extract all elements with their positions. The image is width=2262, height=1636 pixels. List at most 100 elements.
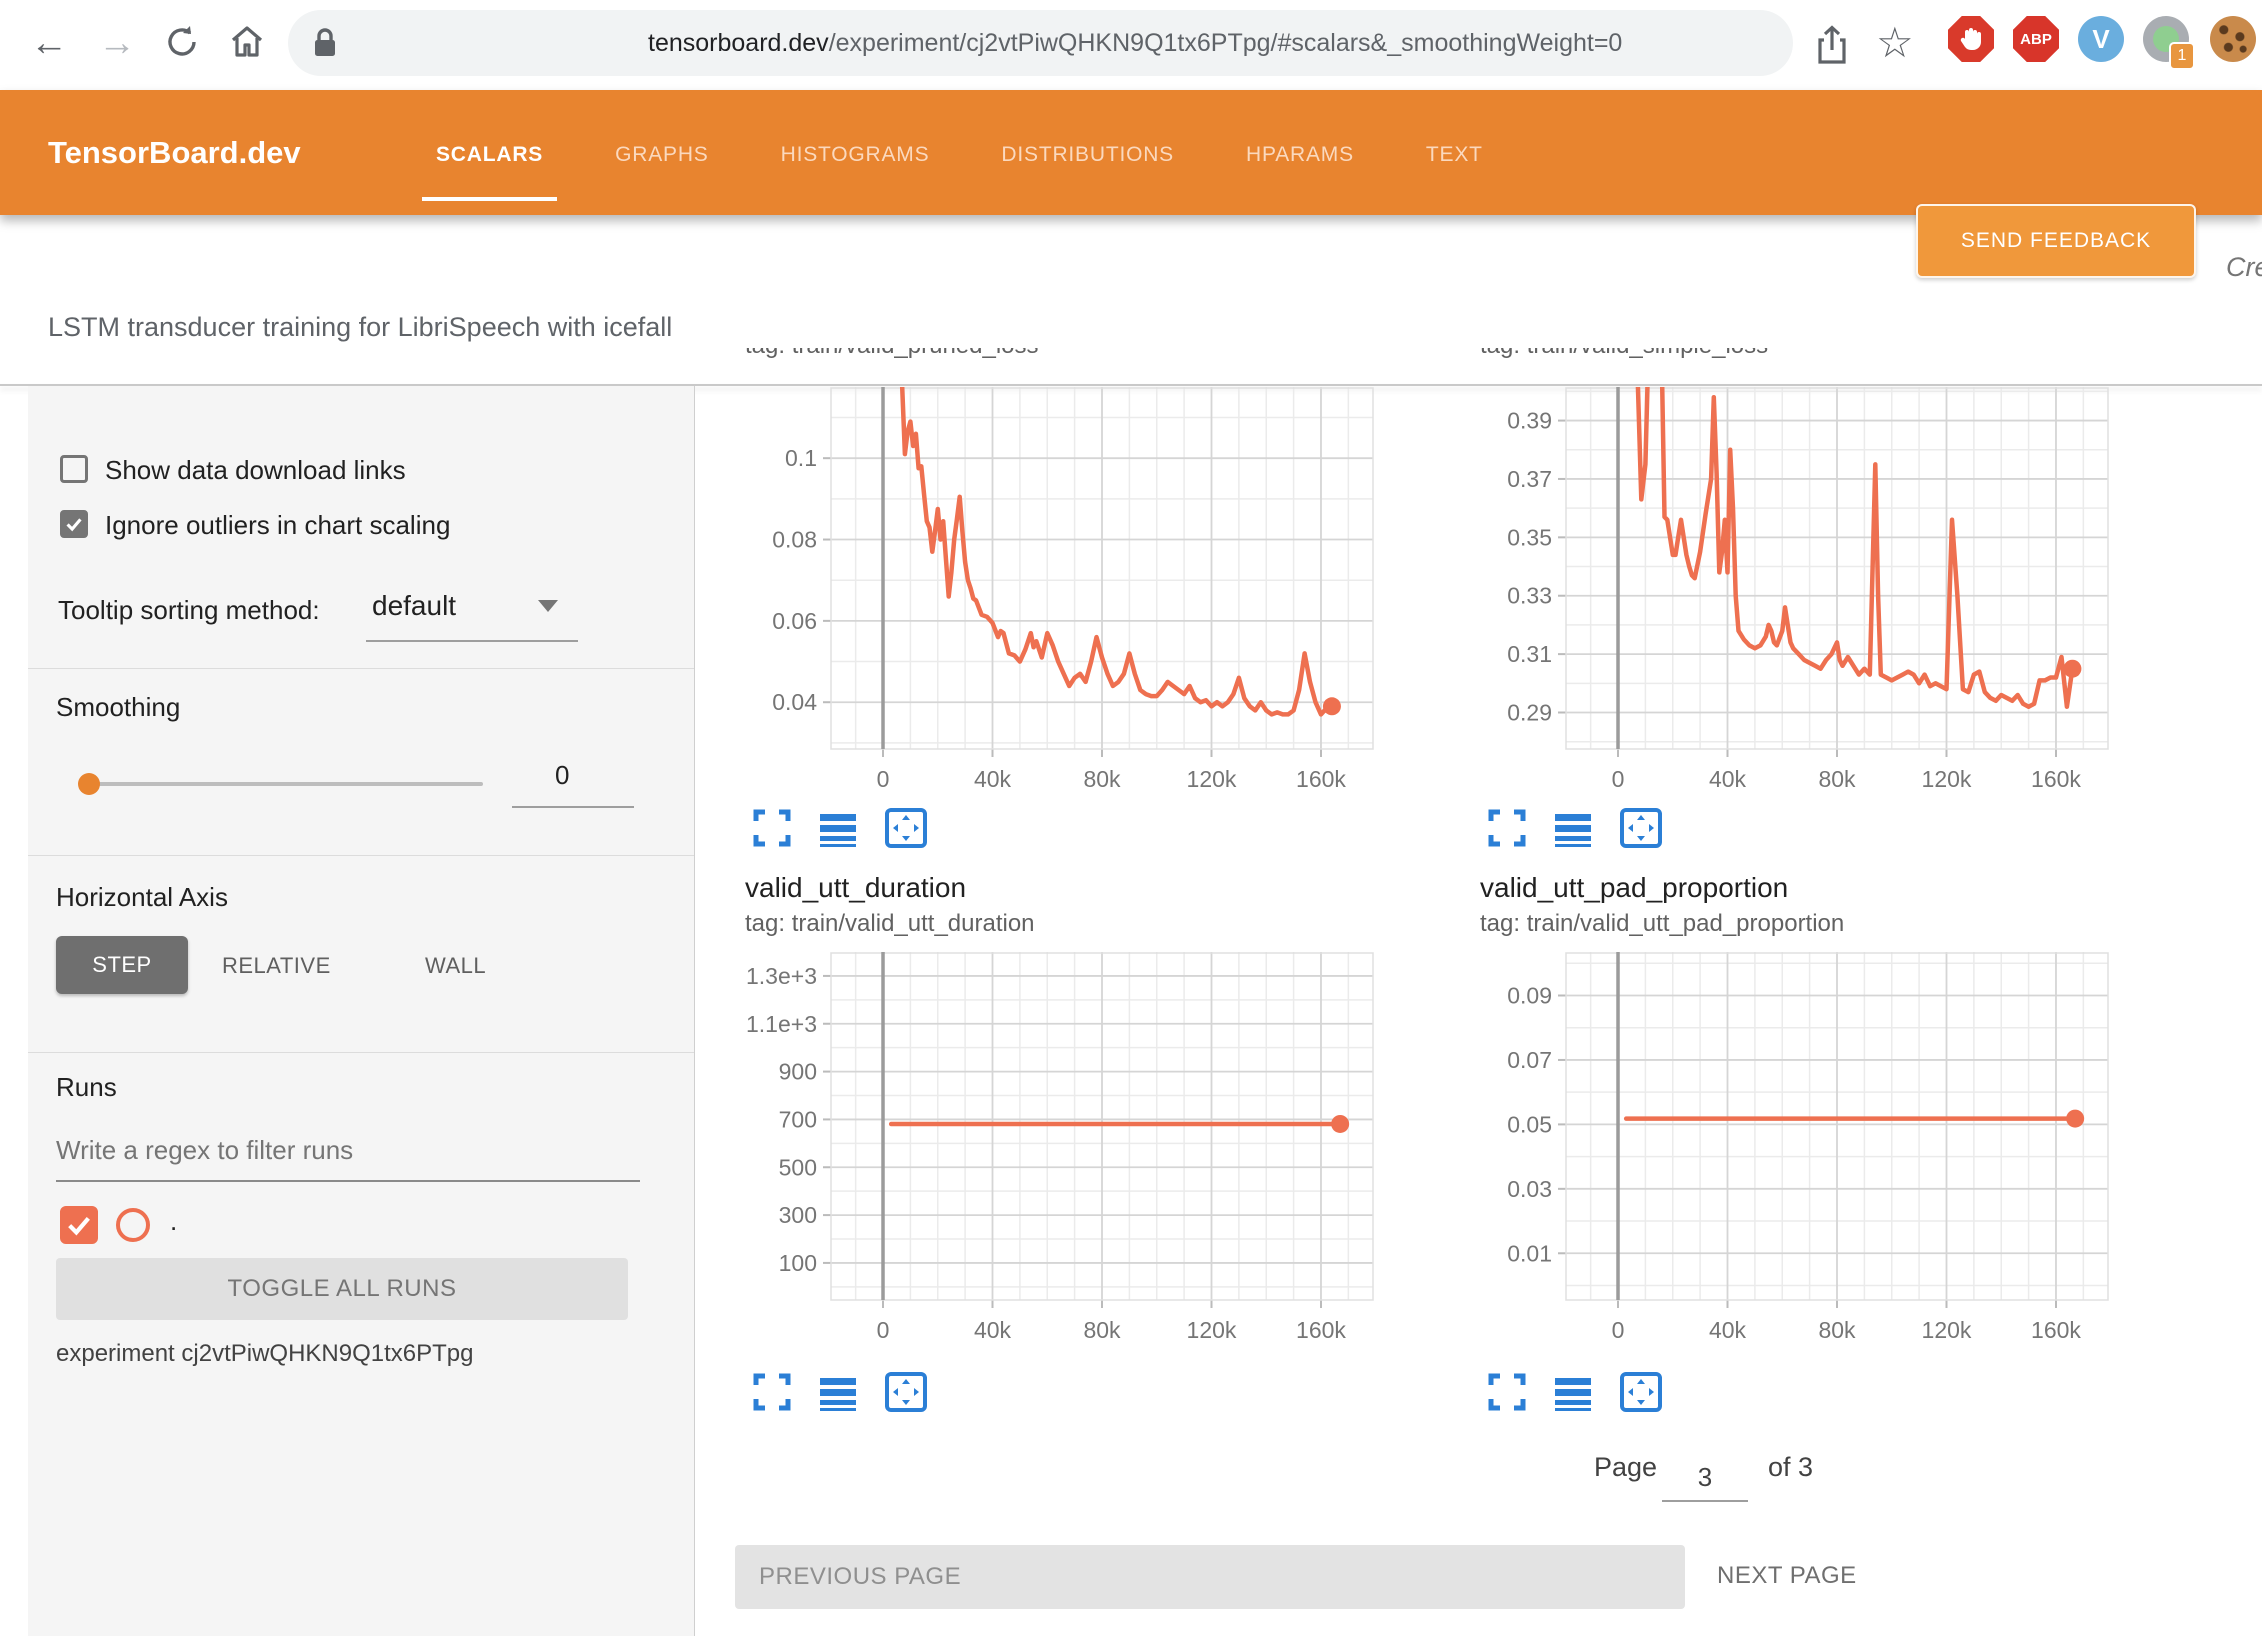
- horizontal-axis-label: Horizontal Axis: [56, 882, 228, 913]
- svg-text:40k: 40k: [1709, 766, 1747, 792]
- adblock-plus-icon[interactable]: ABP: [2013, 16, 2059, 62]
- runs-filter-underline: [56, 1180, 640, 1182]
- svg-text:0.35: 0.35: [1507, 524, 1552, 550]
- fit-domain-icon[interactable]: [884, 808, 928, 848]
- chart-toolbar: [752, 808, 928, 848]
- svg-text:120k: 120k: [1187, 766, 1237, 792]
- smoothing-slider[interactable]: [88, 782, 483, 786]
- svg-text:0.1: 0.1: [785, 445, 817, 471]
- url-bar[interactable]: tensorboard.dev/experiment/cj2vtPiwQHKN9…: [288, 10, 1793, 76]
- tab-histograms[interactable]: HISTOGRAMS: [773, 99, 938, 207]
- fit-domain-icon[interactable]: [884, 1372, 928, 1412]
- chart-valid-pruned-loss: 040k80k120k160k0.040.060.080.1: [745, 387, 1390, 802]
- home-icon[interactable]: [226, 21, 268, 68]
- svg-text:0.29: 0.29: [1507, 700, 1552, 726]
- back-icon[interactable]: ←: [30, 24, 68, 62]
- svg-text:80k: 80k: [1818, 1317, 1856, 1343]
- next-page-button[interactable]: NEXT PAGE: [1717, 1562, 1857, 1590]
- run-color-ring[interactable]: [116, 1208, 150, 1242]
- privacy-extension-icon[interactable]: 1: [2143, 16, 2189, 62]
- chart-title: valid_utt_duration: [745, 872, 966, 904]
- smoothing-slider-thumb[interactable]: [78, 773, 100, 795]
- flat-y-axis-icon[interactable]: [1553, 808, 1593, 848]
- ignore-outliers-checkbox[interactable]: [60, 510, 88, 538]
- svg-text:40k: 40k: [974, 1317, 1012, 1343]
- svg-text:0.31: 0.31: [1507, 641, 1552, 667]
- smoothing-value-underline: [512, 806, 634, 808]
- reload-icon[interactable]: [162, 22, 202, 67]
- svg-text:0.05: 0.05: [1507, 1111, 1552, 1137]
- tab-bar: SCALARS GRAPHS HISTOGRAMS DISTRIBUTIONS …: [428, 90, 1491, 215]
- fit-domain-icon[interactable]: [1619, 808, 1663, 848]
- fullscreen-icon[interactable]: [1487, 1372, 1527, 1412]
- svg-text:160k: 160k: [2031, 766, 2081, 792]
- svg-text:0.08: 0.08: [772, 527, 817, 553]
- forward-icon[interactable]: →: [98, 24, 136, 62]
- chart-tag-clipped: tag: train/valid_pruned_loss: [745, 348, 1385, 386]
- experiment-id-caption: experiment cj2vtPiwQHKN9Q1tx6PTpg: [56, 1340, 474, 1368]
- tab-text[interactable]: TEXT: [1418, 99, 1491, 207]
- run-name-label: .: [170, 1206, 177, 1237]
- svg-text:0.04: 0.04: [772, 689, 817, 715]
- flat-y-axis-icon[interactable]: [818, 808, 858, 848]
- send-feedback-button[interactable]: SEND FEEDBACK: [1916, 204, 2196, 278]
- runs-section-label: Runs: [56, 1072, 117, 1103]
- tooltip-sorting-select[interactable]: default: [372, 590, 456, 622]
- svg-text:0.07: 0.07: [1507, 1047, 1552, 1073]
- fullscreen-icon[interactable]: [752, 808, 792, 848]
- tooltip-sorting-label: Tooltip sorting method:: [58, 595, 320, 626]
- axis-step-button[interactable]: STEP: [56, 936, 188, 994]
- svg-text:0: 0: [1612, 1317, 1625, 1343]
- cookie-extension-icon[interactable]: [2210, 16, 2256, 62]
- settings-sidebar: [28, 386, 695, 1636]
- share-icon[interactable]: [1812, 24, 1852, 71]
- tab-scalars[interactable]: SCALARS: [428, 99, 551, 207]
- lock-icon: [312, 27, 338, 64]
- page-root: ← → tensorboard.dev/experiment/cj2vtPiwQ…: [0, 0, 2262, 1636]
- svg-text:0: 0: [877, 766, 890, 792]
- fit-domain-icon[interactable]: [1619, 1372, 1663, 1412]
- flat-y-axis-icon[interactable]: [818, 1372, 858, 1412]
- app-header: TensorBoard.dev SCALARS GRAPHS HISTOGRAM…: [0, 90, 2262, 215]
- flat-y-axis-icon[interactable]: [1553, 1372, 1593, 1412]
- chart-toolbar: [1487, 1372, 1663, 1412]
- tooltip-sorting-underline: [366, 640, 578, 642]
- toggle-all-runs-button[interactable]: TOGGLE ALL RUNS: [56, 1258, 628, 1320]
- run-checkbox[interactable]: [60, 1206, 98, 1244]
- svg-text:120k: 120k: [1922, 1317, 1972, 1343]
- v-extension-icon[interactable]: V: [2078, 16, 2124, 62]
- tab-graphs[interactable]: GRAPHS: [607, 99, 717, 207]
- svg-text:700: 700: [779, 1106, 817, 1132]
- chart-title: valid_utt_pad_proportion: [1480, 872, 1788, 904]
- fullscreen-icon[interactable]: [1487, 808, 1527, 848]
- fullscreen-icon[interactable]: [752, 1372, 792, 1412]
- chart-valid-utt-duration: 040k80k120k160k1003005007009001.1e+31.3e…: [745, 952, 1390, 1349]
- page-number-input[interactable]: 3: [1662, 1462, 1748, 1493]
- url-text: tensorboard.dev/experiment/cj2vtPiwQHKN9…: [648, 10, 1622, 76]
- svg-text:0.37: 0.37: [1507, 466, 1552, 492]
- page-input-underline: [1662, 1500, 1748, 1502]
- created-text-clipped: Crea: [2226, 252, 2262, 283]
- chart-tag: tag: train/valid_utt_pad_proportion: [1480, 910, 1844, 938]
- bookmark-star-icon[interactable]: ☆: [1876, 22, 1914, 64]
- axis-wall-button[interactable]: WALL: [425, 953, 486, 979]
- tab-distributions[interactable]: DISTRIBUTIONS: [993, 99, 1182, 207]
- axis-relative-button[interactable]: RELATIVE: [222, 953, 331, 979]
- experiment-title: LSTM transducer training for LibriSpeech…: [48, 312, 672, 343]
- previous-page-button[interactable]: PREVIOUS PAGE: [735, 1545, 1685, 1609]
- tab-hparams[interactable]: HPARAMS: [1238, 99, 1362, 207]
- svg-text:80k: 80k: [1083, 1317, 1121, 1343]
- extension-badge-count: 1: [2169, 42, 2195, 70]
- runs-filter-input[interactable]: Write a regex to filter runs: [56, 1135, 353, 1166]
- svg-text:0.03: 0.03: [1507, 1176, 1552, 1202]
- page-label: Page: [1594, 1452, 1657, 1483]
- chevron-down-icon[interactable]: [538, 600, 558, 612]
- blocker-hand-icon[interactable]: [1948, 16, 1994, 62]
- svg-text:0.01: 0.01: [1507, 1240, 1552, 1266]
- smoothing-label: Smoothing: [56, 692, 180, 723]
- show-download-links-checkbox[interactable]: [60, 455, 88, 483]
- chart-valid-utt-pad-proportion: 040k80k120k160k0.010.030.050.070.09: [1480, 952, 2125, 1349]
- svg-text:0: 0: [877, 1317, 890, 1343]
- smoothing-value-input[interactable]: 0: [555, 760, 569, 791]
- svg-text:1.3e+3: 1.3e+3: [746, 963, 817, 989]
